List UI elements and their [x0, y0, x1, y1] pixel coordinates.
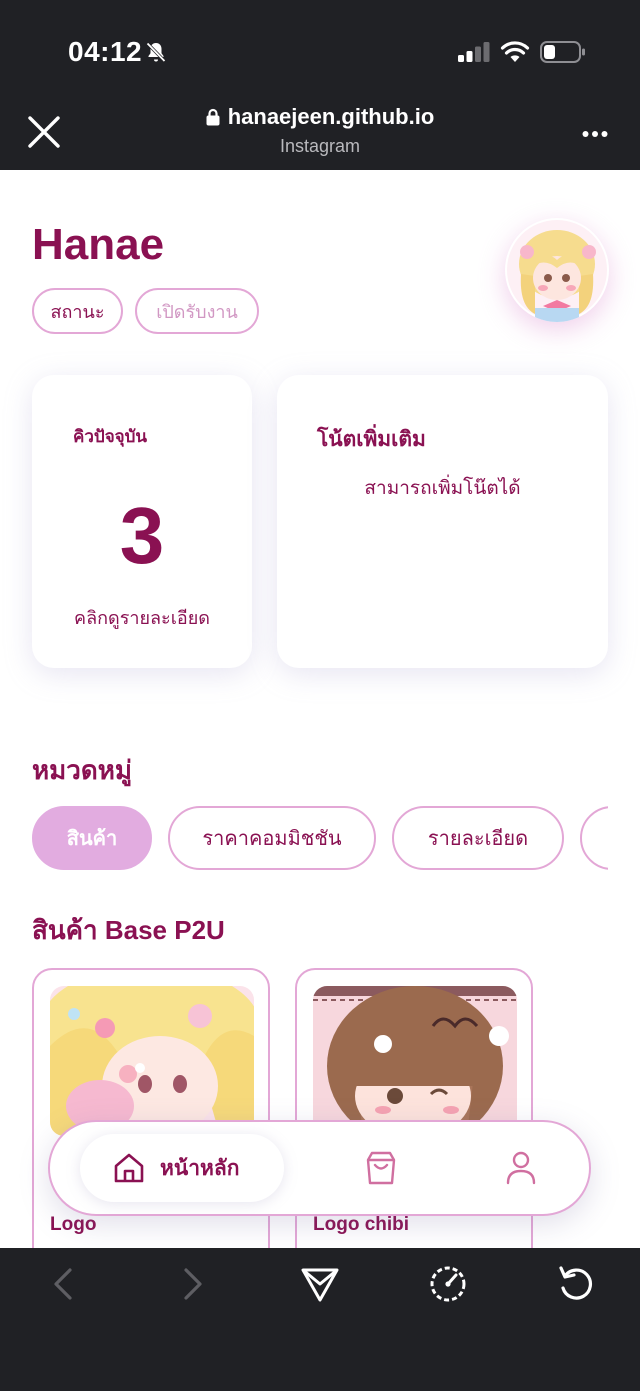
screen: 04:12 hanaejeen.github.io Instagram Hana… [0, 0, 640, 1391]
signal-icon [458, 42, 490, 62]
url-domain: hanaejeen.github.io [227, 104, 435, 129]
more-options-icon[interactable] [582, 130, 608, 138]
open-commission-chip[interactable]: เปิดรับงาน [135, 288, 259, 334]
status-time: 04:12 [68, 36, 143, 67]
url-area[interactable]: hanaejeen.github.io Instagram [120, 104, 520, 157]
note-card: โน้ตเพิ่มเติม สามารถเพิ่มโน๊ตได้ [277, 375, 608, 668]
browser-header: hanaejeen.github.io Instagram [0, 100, 640, 170]
nav-home-label: หน้าหลัก [160, 1156, 240, 1180]
profile-name: Hanae [32, 220, 165, 269]
category-tabs: สินค้า ราคาคอมมิชชัน รายละเอียด [32, 806, 608, 878]
speed-icon[interactable] [428, 1264, 468, 1304]
avatar[interactable] [505, 218, 609, 322]
product-name: Logo [50, 1214, 97, 1235]
tab-more[interactable] [580, 806, 608, 870]
queue-number: 3 [119, 491, 165, 580]
close-icon[interactable] [26, 114, 62, 150]
product-image [313, 986, 517, 1136]
products-title: สินค้า Base P2U [32, 915, 225, 945]
lock-icon [206, 108, 220, 126]
url-source: Instagram [279, 136, 361, 156]
home-icon [114, 1153, 144, 1183]
back-icon[interactable] [44, 1264, 84, 1304]
product-image [50, 986, 254, 1136]
product-name: Logo chibi [313, 1214, 410, 1235]
nav-home[interactable]: หน้าหลัก [80, 1134, 284, 1202]
bell-muted-icon [146, 42, 166, 63]
status-bar: 04:12 [0, 0, 640, 100]
web-page: Hanae สถานะ เปิดรับงาน คิวปัจจุบัน 3 คลิ… [0, 170, 640, 1248]
url-line: hanaejeen.github.io [120, 104, 520, 130]
tab-commission-price[interactable]: ราคาคอมมิชชัน [168, 806, 376, 870]
note-text: สามารถเพิ่มโน๊ตได้ [364, 478, 521, 499]
tab-products[interactable]: สินค้า [32, 806, 152, 870]
queue-details-link[interactable]: คลิกดูรายละเอียด [32, 603, 252, 632]
forward-icon[interactable] [172, 1264, 212, 1304]
avatar-illustration [507, 220, 607, 322]
share-icon[interactable] [300, 1264, 340, 1304]
categories-title: หมวดหมู่ [32, 755, 133, 785]
browser-toolbar [0, 1248, 640, 1391]
note-title: โน้ตเพิ่มเติม [317, 428, 426, 451]
battery-icon [540, 41, 585, 63]
queue-label: คิวปัจจุบัน [73, 427, 148, 446]
status-chip[interactable]: สถานะ [32, 288, 123, 334]
wifi-icon [500, 41, 530, 62]
user-icon[interactable] [504, 1150, 538, 1186]
bottom-nav: หน้าหลัก [48, 1120, 591, 1216]
reload-icon[interactable] [556, 1264, 596, 1304]
queue-card[interactable]: คิวปัจจุบัน 3 คลิกดูรายละเอียด [32, 375, 252, 668]
tab-details[interactable]: รายละเอียด [392, 806, 564, 870]
shopping-bag-icon[interactable] [364, 1150, 398, 1186]
